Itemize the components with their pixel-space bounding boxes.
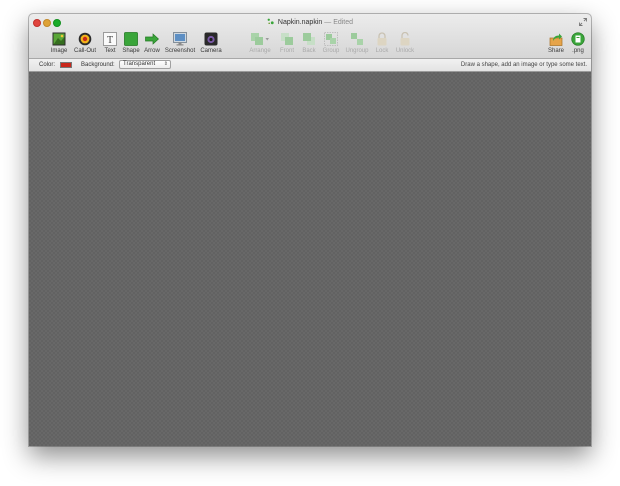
- ungroup-tool-button[interactable]: Ungroup: [343, 32, 371, 58]
- hint-text: Draw a shape, add an image or type some …: [460, 62, 587, 68]
- group-tool-button[interactable]: Group: [320, 32, 342, 58]
- camera-tool-button[interactable]: Camera: [199, 32, 223, 58]
- window-title: Napkin.napkin — Edited: [29, 18, 591, 30]
- lock-tool-label: Lock: [375, 48, 389, 54]
- edited-status: Edited: [333, 19, 354, 26]
- callout-icon: [78, 32, 92, 46]
- lock-icon: [377, 32, 387, 46]
- front-icon: [281, 33, 293, 45]
- shape-tool-button[interactable]: Shape: [121, 32, 141, 58]
- camera-icon: [204, 32, 218, 46]
- svg-text:T: T: [107, 35, 113, 46]
- select-arrows-icon: ⇕: [163, 61, 168, 67]
- callout-tool-label: Call-Out: [73, 48, 96, 54]
- shape-icon: [124, 32, 138, 46]
- arrange-icon: [251, 33, 269, 45]
- png-export-icon: [571, 32, 585, 46]
- png-export-label: .png: [572, 48, 584, 54]
- arrow-tool-button[interactable]: Arrow: [142, 32, 162, 58]
- napkin-document-icon: [267, 18, 274, 25]
- drawing-canvas[interactable]: [29, 72, 591, 446]
- background-label: Background:: [81, 62, 115, 68]
- background-select[interactable]: Transparent ⇕: [119, 60, 171, 69]
- unlock-tool-button[interactable]: Unlock: [393, 32, 417, 58]
- image-icon: [52, 32, 66, 46]
- group-icon: [324, 32, 338, 46]
- ungroup-icon: [351, 33, 363, 45]
- arrange-tool-button[interactable]: Arrange: [245, 32, 275, 58]
- back-tool-label: Back: [302, 48, 316, 54]
- lock-tool-button[interactable]: Lock: [372, 32, 392, 58]
- unlock-icon: [400, 32, 410, 46]
- document-name: Napkin.napkin: [277, 19, 323, 26]
- screenshot-icon: [173, 32, 187, 46]
- text-icon: T: [103, 32, 117, 46]
- screenshot-tool-button[interactable]: Screenshot: [164, 32, 196, 58]
- png-export-button[interactable]: .png: [569, 32, 587, 58]
- arrow-tool-label: Arrow: [144, 48, 160, 54]
- share-tool-button[interactable]: Share: [546, 32, 566, 58]
- toolbar: Napkin.napkin — Edited Image Call-Out T …: [29, 14, 591, 59]
- front-tool-button[interactable]: Front: [277, 32, 297, 58]
- share-icon: [549, 33, 563, 46]
- options-bar: Color: Background: Transparent ⇕ Draw a …: [29, 59, 591, 72]
- camera-tool-label: Camera: [200, 48, 222, 54]
- screenshot-tool-label: Screenshot: [164, 48, 196, 54]
- text-tool-button[interactable]: T Text: [101, 32, 119, 58]
- image-tool-button[interactable]: Image: [49, 32, 69, 58]
- color-well[interactable]: [60, 62, 72, 68]
- app-window: Napkin.napkin — Edited Image Call-Out T …: [29, 14, 591, 446]
- share-tool-label: Share: [547, 48, 564, 54]
- text-tool-label: Text: [104, 48, 116, 54]
- arrow-icon: [145, 33, 159, 45]
- color-label: Color:: [39, 62, 56, 68]
- shape-tool-label: Shape: [122, 48, 140, 54]
- back-tool-button[interactable]: Back: [299, 32, 319, 58]
- image-tool-label: Image: [50, 48, 68, 54]
- unlock-tool-label: Unlock: [395, 48, 415, 54]
- back-icon: [303, 33, 315, 45]
- front-tool-label: Front: [279, 48, 294, 54]
- title-separator: —: [324, 19, 332, 26]
- ungroup-tool-label: Ungroup: [345, 48, 369, 54]
- callout-tool-button[interactable]: Call-Out: [71, 32, 99, 58]
- fullscreen-icon[interactable]: [579, 18, 587, 26]
- group-tool-label: Group: [322, 48, 340, 54]
- background-select-value: Transparent: [123, 61, 156, 67]
- arrange-tool-label: Arrange: [249, 48, 271, 54]
